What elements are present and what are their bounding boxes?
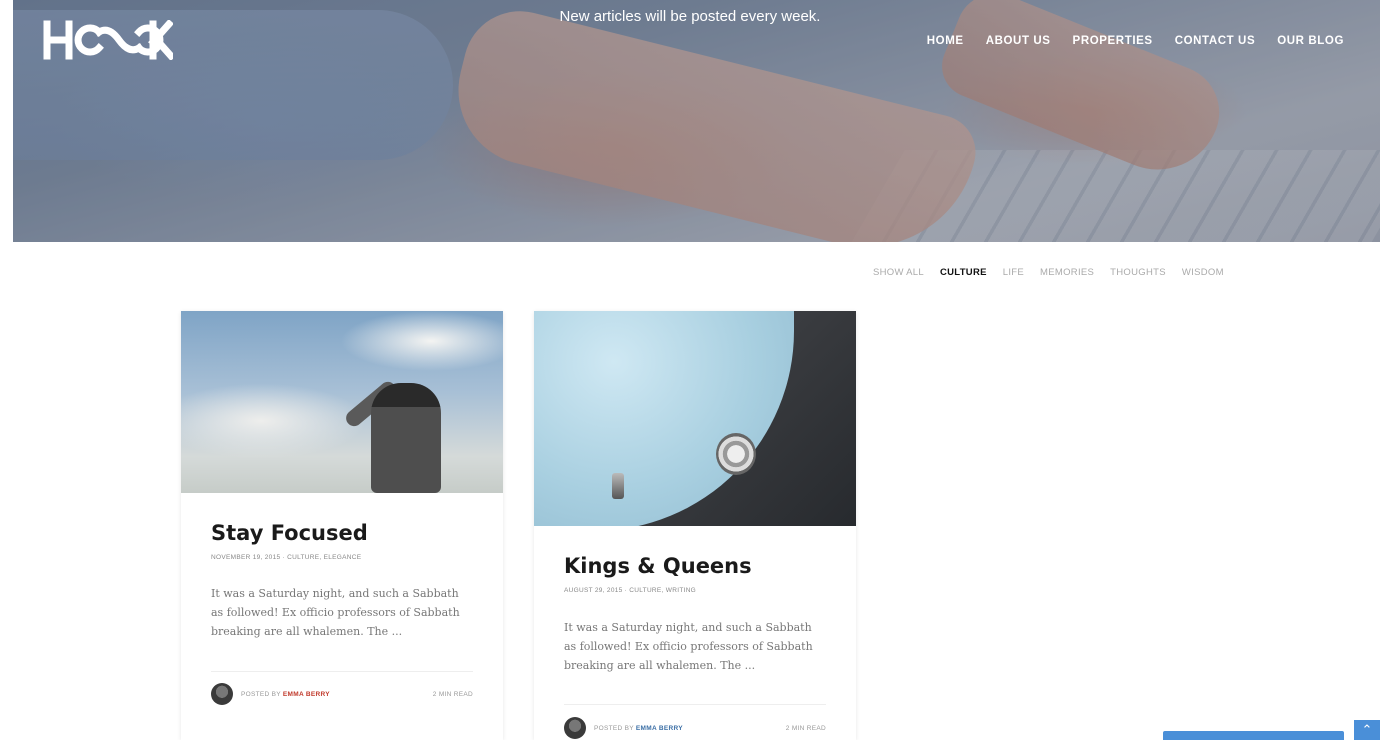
post-footer: POSTED BY EMMA BERRY 2 MIN READ <box>211 682 473 706</box>
scroll-top-button[interactable]: ⌃ <box>1354 720 1380 740</box>
post-thumbnail[interactable] <box>181 311 503 493</box>
logo-wordmark-icon <box>43 20 173 60</box>
filter-show-all[interactable]: SHOW ALL <box>873 267 924 278</box>
nav-contact-us[interactable]: CONTACT US <box>1175 35 1256 47</box>
card-divider <box>211 671 473 672</box>
category-filters: SHOW ALL CULTURE LIFE MEMORIES THOUGHTS … <box>873 267 1240 278</box>
posted-by: POSTED BY EMMA BERRY <box>594 725 683 732</box>
filter-wisdom[interactable]: WISDOM <box>1182 267 1224 278</box>
hero-tagline: New articles will be posted every week. <box>559 8 821 25</box>
post-excerpt: It was a Saturday night, and such a Sabb… <box>211 587 460 638</box>
site-logo[interactable] <box>43 20 173 60</box>
posted-by-label: POSTED BY <box>594 724 634 732</box>
main-nav: HOME ABOUT US PROPERTIES CONTACT US OUR … <box>905 35 1344 47</box>
nav-about-us[interactable]: ABOUT US <box>986 35 1051 47</box>
thumbnail-figure <box>371 383 441 493</box>
post-card[interactable]: Kings & Queens AUGUST 29, 2015 · CULTURE… <box>534 311 856 740</box>
post-meta: AUGUST 29, 2015 · CULTURE, WRITING <box>564 587 697 594</box>
author-link[interactable]: EMMA BERRY <box>636 725 683 732</box>
filter-thoughts[interactable]: THOUGHTS <box>1110 267 1166 278</box>
nav-properties[interactable]: PROPERTIES <box>1073 35 1153 47</box>
card-divider <box>564 704 826 705</box>
thumbnail-car-headlight <box>716 433 756 475</box>
nav-our-blog[interactable]: OUR BLOG <box>1277 35 1344 47</box>
post-excerpt: It was a Saturday night, and such a Sabb… <box>564 621 813 672</box>
filter-memories[interactable]: MEMORIES <box>1040 267 1094 278</box>
post-meta: NOVEMBER 19, 2015 · CULTURE, ELEGANCE <box>211 554 362 561</box>
post-title[interactable]: Kings & Queens <box>564 554 752 578</box>
chevron-up-icon: ⌃ <box>1361 722 1373 737</box>
author-link[interactable]: EMMA BERRY <box>283 691 330 698</box>
post-card[interactable]: Stay Focused NOVEMBER 19, 2015 · CULTURE… <box>181 311 503 740</box>
read-time: 2 MIN READ <box>785 724 826 732</box>
posted-by: POSTED BY EMMA BERRY <box>241 691 330 698</box>
read-time: 2 MIN READ <box>432 690 473 698</box>
posted-by-label: POSTED BY <box>241 690 281 698</box>
nav-home[interactable]: HOME <box>927 35 964 47</box>
chat-widget-bar[interactable] <box>1163 731 1344 740</box>
post-footer: POSTED BY EMMA BERRY 2 MIN READ <box>564 716 826 740</box>
thumbnail-car-body <box>534 311 794 526</box>
filter-culture[interactable]: CULTURE <box>940 267 987 278</box>
thumbnail-car-badge <box>612 473 624 499</box>
avatar <box>564 717 586 739</box>
filter-life[interactable]: LIFE <box>1003 267 1024 278</box>
avatar <box>211 683 233 705</box>
post-title[interactable]: Stay Focused <box>211 521 368 545</box>
post-thumbnail[interactable] <box>534 311 856 526</box>
